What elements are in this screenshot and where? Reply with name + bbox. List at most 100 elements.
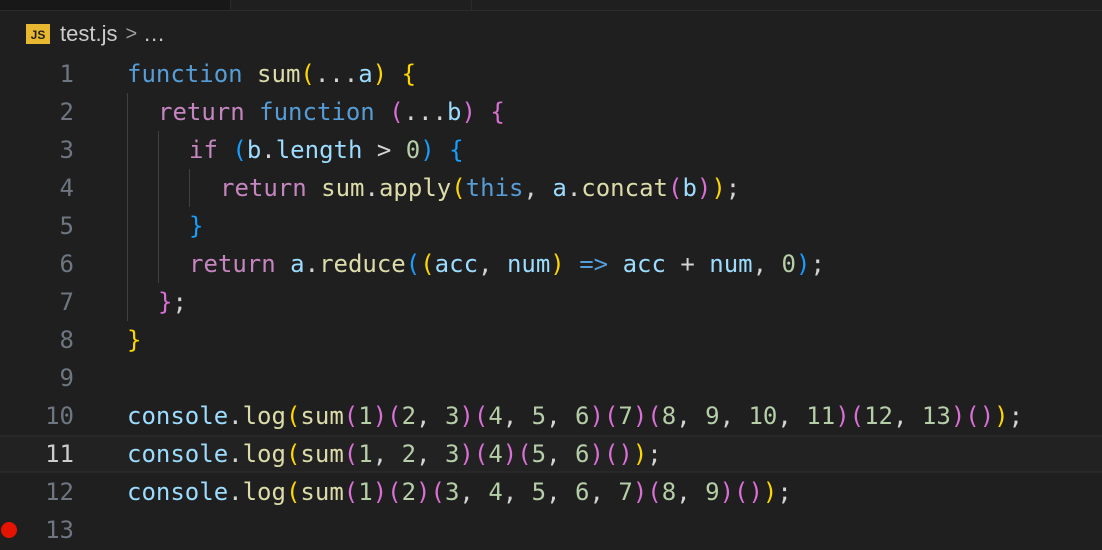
code-line[interactable]: 4 return sum.apply(this, a.concat(b));	[0, 169, 1102, 207]
code-token: 6	[575, 478, 590, 506]
tab-area-right	[470, 0, 1102, 10]
code-token: ,	[546, 402, 576, 430]
code-token: console	[127, 402, 229, 430]
code-text: return a.reduce((acc, num) => acc + num,…	[189, 245, 825, 283]
indent-guide	[127, 245, 128, 283]
code-token: a	[358, 60, 373, 88]
code-token: sum	[257, 60, 301, 88]
code-token: sum	[300, 440, 344, 468]
code-text: if (b.length > 0) {	[189, 131, 464, 169]
code-token: 9	[705, 402, 720, 430]
code-token: 1	[358, 402, 373, 430]
code-token: 8	[661, 402, 677, 430]
code-token: (	[647, 402, 662, 430]
code-text: console.log(sum(1, 2, 3)(4)(5, 6)());	[127, 437, 662, 471]
code-token: )	[372, 402, 388, 430]
code-token: }	[127, 326, 142, 354]
code-token: (	[430, 478, 445, 506]
code-token: (	[300, 60, 315, 88]
code-token: (	[387, 478, 402, 506]
code-token: 6	[575, 402, 590, 430]
code-token: )	[796, 250, 811, 278]
code-token: )	[416, 478, 431, 506]
line-number: 8	[59, 326, 74, 354]
code-line[interactable]: 3 if (b.length > 0) {	[0, 131, 1102, 169]
code-token: )	[372, 60, 388, 88]
code-token: )	[502, 440, 518, 468]
code-token: )	[632, 402, 648, 430]
code-line[interactable]: 6 return a.reduce((acc, num) => acc + num…	[0, 245, 1102, 283]
code-token: (	[343, 402, 359, 430]
code-token: )	[950, 402, 966, 430]
code-token: sum	[300, 478, 344, 506]
code-line[interactable]: 2 return function (...b) {	[0, 93, 1102, 131]
code-token: )	[550, 250, 565, 278]
code-token: {	[449, 136, 464, 164]
code-token: ,	[777, 402, 807, 430]
breadcrumb-file-name[interactable]: test.js	[60, 21, 117, 47]
code-token: ...	[314, 60, 359, 88]
code-token: )	[696, 174, 712, 202]
code-token: ,	[893, 402, 922, 430]
code-token: if	[189, 136, 218, 164]
code-token: (	[343, 440, 359, 468]
indent-guide	[127, 93, 128, 131]
code-token: )	[459, 402, 474, 430]
code-token: ,	[546, 478, 576, 506]
code-token: a	[290, 250, 305, 278]
code-line[interactable]: 10 console.log(sum(1)(2, 3)(4, 5, 6)(7)(8…	[0, 397, 1102, 435]
code-line[interactable]: 7};	[0, 283, 1102, 321]
line-number: 3	[59, 136, 74, 164]
code-line[interactable]: 9	[0, 359, 1102, 397]
code-line[interactable]: 8}	[0, 321, 1102, 359]
indent-guide	[127, 169, 128, 207]
code-token: ()	[965, 402, 995, 430]
line-number: 2	[59, 98, 74, 126]
indent-guide	[127, 131, 128, 169]
code-token: 2	[401, 478, 417, 506]
line-number: 1	[59, 60, 74, 88]
code-text: };	[158, 283, 187, 321]
code-token: .	[228, 402, 243, 430]
code-line[interactable]: 13	[0, 511, 1102, 549]
breakpoint-icon[interactable]	[1, 522, 17, 538]
tab-area-middle	[230, 0, 472, 10]
code-token: 10	[748, 402, 778, 430]
code-token: 5	[531, 402, 547, 430]
code-token: (	[405, 250, 421, 278]
code-token: sum	[321, 174, 365, 202]
editor-top-strip	[0, 0, 1102, 11]
code-token: =>	[579, 250, 609, 278]
code-line[interactable]: 1 function sum(...a) {	[0, 55, 1102, 93]
code-line[interactable]: 12 console.log(sum(1)(2)(3, 4, 5, 6, 7)(8…	[0, 473, 1102, 511]
code-token: console	[127, 478, 229, 506]
code-line[interactable]: 11 console.log(sum(1, 2, 3)(4)(5, 6)());	[0, 435, 1102, 473]
code-token: (	[849, 402, 865, 430]
code-token: (	[387, 402, 402, 430]
code-token: .	[304, 250, 320, 278]
code-token: concat	[581, 174, 668, 202]
code-token: 0	[405, 136, 421, 164]
code-token: ;	[172, 288, 187, 316]
code-token: (	[389, 98, 404, 126]
code-token: log	[242, 440, 286, 468]
code-token: ()	[734, 478, 763, 506]
code-token: 4	[488, 440, 503, 468]
code-token: {	[401, 60, 417, 88]
chevron-right-icon: >	[125, 22, 138, 45]
code-token: function	[127, 60, 243, 88]
line-number: 11	[45, 440, 74, 468]
breadcrumb-symbol-ellipsis[interactable]: …	[143, 21, 165, 47]
code-token: b	[246, 136, 262, 164]
code-text: console.log(sum(1)(2, 3)(4, 5, 6)(7)(8, …	[127, 397, 1023, 435]
code-token: (	[451, 174, 466, 202]
code-line[interactable]: 5}	[0, 207, 1102, 245]
line-number: 10	[45, 402, 74, 430]
code-token: (	[517, 440, 532, 468]
code-token: )	[589, 440, 604, 468]
